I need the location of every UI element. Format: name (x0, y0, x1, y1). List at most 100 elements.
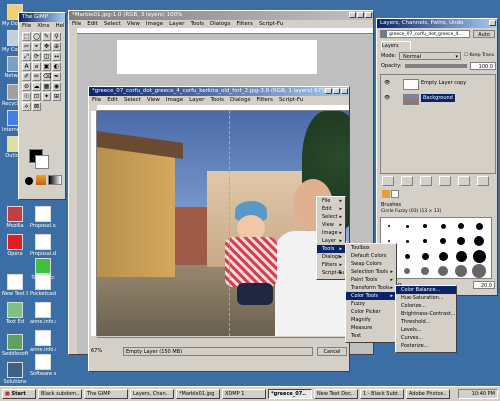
eye-icon[interactable]: 👁 (384, 77, 390, 90)
menu-item-image[interactable]: Image (146, 21, 163, 27)
menu-item[interactable]: Script-Fu ▸ (317, 269, 345, 277)
brush-swatch[interactable] (423, 224, 427, 228)
pattern-preview[interactable] (36, 175, 46, 185)
brush-swatch[interactable] (458, 223, 464, 229)
image-select-dropdown[interactable]: greece_07_corfu_dot_greece_4... (380, 30, 470, 38)
spacing-value[interactable]: 20.0 (473, 281, 495, 289)
menu-item[interactable]: Threshold... (396, 318, 456, 326)
menu-item-filters[interactable]: Filters (236, 21, 253, 27)
menu-item-help[interactable]: Help (56, 23, 66, 29)
tools-submenu[interactable]: Toolbox Default Colors Swap Colors Selectio… (345, 243, 397, 343)
brush-swatch[interactable] (440, 238, 446, 244)
greece-window-titlebar[interactable]: *greece_07_corfu_dot_greece_4_corfu_kerk… (89, 87, 349, 96)
opacity-value[interactable]: 100.0 (470, 62, 496, 70)
menu-item[interactable]: Fuzzy (346, 300, 396, 308)
tool-button[interactable]: ◫ (42, 52, 51, 61)
menu-item[interactable]: Measure (346, 324, 396, 332)
brush-swatch[interactable] (404, 268, 410, 274)
maximize-icon[interactable] (357, 12, 364, 18)
menu-item[interactable]: Swap Colors (346, 260, 396, 268)
close-icon[interactable] (365, 12, 372, 18)
menu-item[interactable]: Default Colors (346, 252, 396, 260)
mode-select[interactable]: Normal ▾ (399, 52, 461, 60)
taskbar-button[interactable]: Black subdom.. (38, 389, 82, 399)
desktop-icon[interactable]: Seddlesoftware Energy Ne... (2, 334, 28, 357)
taskbar-button[interactable]: Layers, Chan.. (130, 389, 174, 399)
tool-button[interactable]: ☉ (22, 92, 31, 101)
new-layer-icon[interactable] (382, 176, 394, 186)
menu-item-edit[interactable]: Edit (107, 97, 118, 103)
tool-button[interactable]: ◉ (52, 82, 61, 91)
taskbar-button[interactable]: 1 - Black Subt.. (360, 389, 404, 399)
delete-icon[interactable] (477, 176, 489, 186)
greece-image-window[interactable]: *greece_07_corfu_dot_greece_4_corfu_kerk… (88, 86, 350, 372)
brush-swatch[interactable] (438, 251, 448, 261)
brush-swatch[interactable] (388, 240, 390, 242)
tool-button[interactable]: ⌫ (42, 72, 51, 81)
gradient-preview[interactable] (48, 175, 62, 185)
layer-row[interactable]: 👁 Empty Layer copy (381, 77, 495, 90)
horizontal-scrollbar[interactable] (97, 337, 349, 345)
menu-item-scriptfu[interactable]: Script-Fu (279, 97, 303, 103)
tool-button[interactable]: ⌀ (32, 62, 41, 71)
menu-item-tools[interactable]: Tools (190, 21, 204, 27)
taskbar-button[interactable]: *greece_07.. (268, 389, 312, 399)
photo-canvas[interactable] (97, 111, 349, 336)
menu-item[interactable]: Filters ▸ (317, 261, 345, 269)
menu-item-xtns[interactable]: Xtns (37, 23, 49, 29)
brush-swatch[interactable] (457, 237, 465, 245)
menu-item-file[interactable]: File (22, 23, 31, 29)
menu-item[interactable]: View ▸ (317, 221, 345, 229)
color-swatch[interactable] (382, 190, 390, 198)
tool-button[interactable]: ✐ (22, 72, 31, 81)
desktop-icon[interactable]: Proposal.sxw (30, 206, 56, 229)
start-button[interactable]: ■ Start (2, 389, 36, 399)
menu-item[interactable]: Select ▸ (317, 213, 345, 221)
menu-item-edit[interactable]: Edit (87, 21, 98, 27)
brush-swatch[interactable] (472, 264, 486, 278)
close-icon[interactable] (341, 88, 348, 94)
cancel-button[interactable]: Cancel (317, 347, 347, 356)
menu-item-tools[interactable]: Tools (210, 97, 224, 103)
brush-swatch[interactable] (455, 265, 467, 277)
menu-item-view[interactable]: View (127, 21, 140, 27)
tool-button[interactable]: ▣ (42, 62, 51, 71)
brush-swatch[interactable] (404, 253, 410, 259)
menu-item-layer[interactable]: Layer (189, 97, 204, 103)
brush-swatch[interactable] (423, 239, 427, 243)
menu-item[interactable]: Curves... (396, 334, 456, 342)
taskbar-button[interactable]: *Marble01.jpg (176, 389, 220, 399)
toolbox-titlebar[interactable]: The GIMP (19, 13, 65, 22)
tool-button[interactable]: ☁ (32, 82, 41, 91)
brush-swatch[interactable] (475, 222, 483, 230)
menu-item[interactable]: Hue-Saturation... (396, 294, 456, 302)
menu-item[interactable]: Toolbox (346, 244, 396, 252)
menu-item[interactable]: Transform Tools ▸ (346, 284, 396, 292)
layer-row-selected[interactable]: 👁 Background (381, 92, 495, 105)
desktop-icon[interactable]: anne.info.sxc (30, 330, 56, 353)
close-icon[interactable] (489, 20, 496, 26)
menu-item[interactable]: Image ▸ (317, 229, 345, 237)
tool-button[interactable]: ▦ (42, 82, 51, 91)
menu-item[interactable]: Brightness-Contrast... (396, 310, 456, 318)
tool-button[interactable]: ⊡ (32, 92, 41, 101)
brush-swatch[interactable] (405, 224, 409, 228)
menu-item[interactable]: Text (346, 332, 396, 340)
layers-dialog-titlebar[interactable]: Layers, Channels, Paths, Undo (377, 19, 497, 28)
tool-button[interactable]: ✥ (42, 42, 51, 51)
minimize-icon[interactable] (325, 88, 332, 94)
tool-button[interactable]: A (22, 62, 31, 71)
menu-item-scriptfu[interactable]: Script-Fu (259, 21, 283, 27)
color-tools-submenu[interactable]: Color Balance... Hue-Saturation... Coloriz… (395, 285, 457, 353)
tool-button[interactable]: ↔ (52, 52, 61, 61)
menu-item-image[interactable]: Image (166, 97, 183, 103)
menu-item-select[interactable]: Select (124, 97, 141, 103)
tool-button[interactable]: ✦ (42, 92, 51, 101)
taskbar-button[interactable]: New Text Doc.. (314, 389, 358, 399)
menu-item-view[interactable]: View (147, 97, 160, 103)
menu-item[interactable]: File ▸ (317, 197, 345, 205)
desktop-icon[interactable]: New Text Document (2, 274, 28, 297)
auto-button[interactable]: Auto (473, 30, 495, 38)
menu-item-select[interactable]: Select (104, 21, 121, 27)
desktop-icon[interactable]: Software sxw.exe (30, 354, 56, 377)
